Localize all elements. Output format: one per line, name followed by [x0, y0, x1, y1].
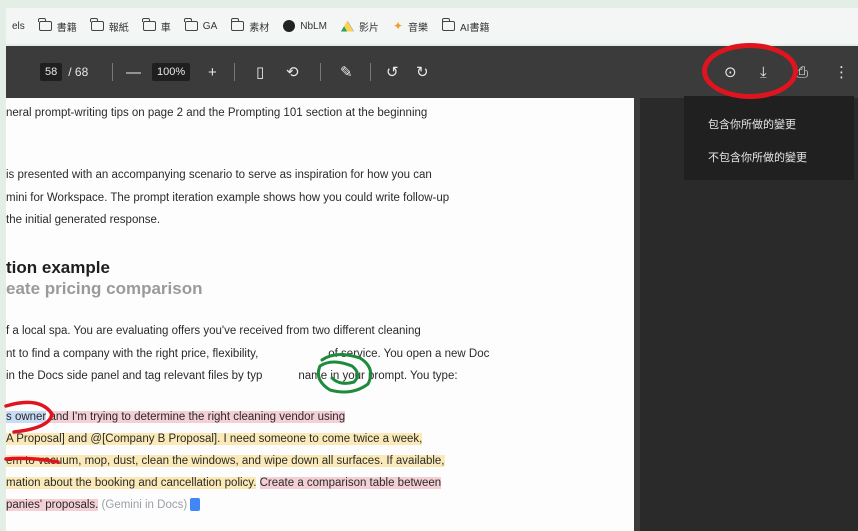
red-scribble — [4, 400, 54, 434]
red-underline — [4, 456, 60, 464]
annotation-layer — [4, 353, 373, 464]
green-scribble — [316, 353, 373, 394]
